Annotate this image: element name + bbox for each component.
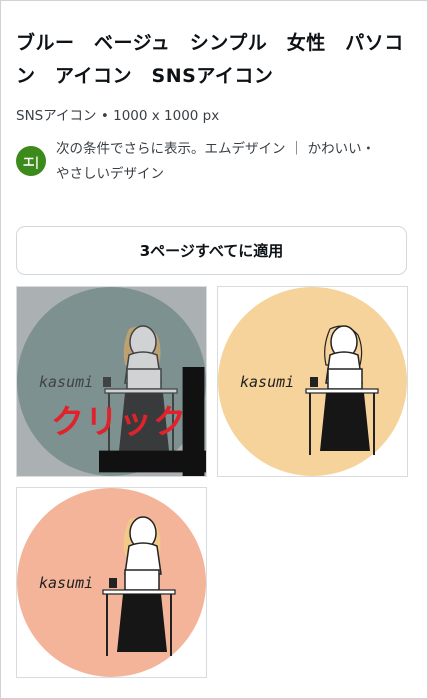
kasumi-icon-illustration: kasumi bbox=[218, 287, 407, 476]
kasumi-label: kasumi bbox=[39, 574, 93, 592]
page-thumbnail-1[interactable]: kasumi クリック bbox=[16, 286, 207, 477]
kasumi-icon-illustration: kasumi bbox=[17, 488, 206, 677]
kasumi-label: kasumi bbox=[240, 373, 294, 391]
template-title: ブルー ベージュ シンプル 女性 パソコン アイコン SNSアイコン bbox=[16, 32, 404, 87]
author-avatar: エ| bbox=[16, 146, 46, 176]
page-thumbnail-2[interactable]: kasumi bbox=[217, 286, 408, 477]
apply-all-pages-button[interactable]: 3ページすべてに適用 bbox=[16, 226, 407, 275]
page-thumbnail-3[interactable]: kasumi bbox=[16, 487, 207, 678]
crosshair-cursor-icon bbox=[99, 367, 206, 476]
author-link[interactable]: 次の条件でさらに表示。エムデザイン ｜ かわいい・やさしいデザイン bbox=[56, 137, 386, 187]
author-row[interactable]: エ| 次の条件でさらに表示。エムデザイン ｜ かわいい・やさしいデザイン bbox=[16, 137, 396, 187]
template-meta: SNSアイコン • 1000 x 1000 px bbox=[16, 108, 220, 124]
